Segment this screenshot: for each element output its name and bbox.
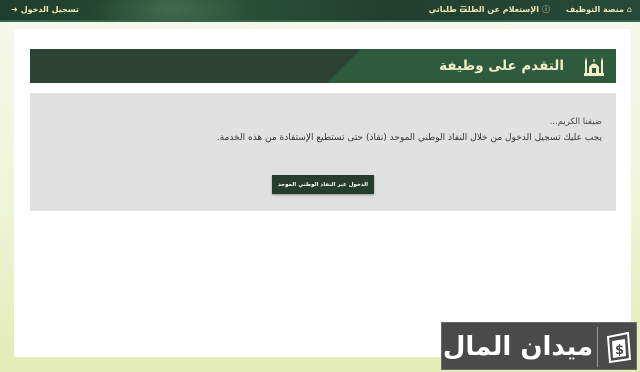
nav-login-link[interactable]: ➜ تسجيل الدخول xyxy=(11,0,79,20)
page-title: التقدم على وظيفة xyxy=(439,58,564,74)
money-bag-icon: $ xyxy=(606,331,632,364)
list-icon: ☰ xyxy=(459,5,467,14)
section-header: التقدم على وظيفة xyxy=(30,49,616,83)
nav-inquiry-link[interactable]: ⓘ الإستعلام عن الطلب xyxy=(459,0,550,20)
sign-in-icon: ➜ xyxy=(11,5,18,14)
info-icon: ⓘ xyxy=(542,5,550,14)
greeting-text: ضيفنا الكريم... xyxy=(549,117,602,127)
mosque-icon xyxy=(584,57,604,76)
login-required-message: يجب عليك تسجيل الدخول من خلال النفاذ الو… xyxy=(216,133,602,143)
nav-inquiry-label: الإستعلام عن الطلب xyxy=(459,5,539,14)
watermark-text: ميدان المال xyxy=(442,332,594,362)
login-notice-box: ضيفنا الكريم... يجب عليك تسجيل الدخول من… xyxy=(30,93,616,211)
home-icon: ⌂ xyxy=(626,5,632,14)
nafath-login-button[interactable]: الدخول عبر النفاذ الوطني الموحد xyxy=(272,175,374,194)
nav-home-label: منصة التوظيف xyxy=(565,5,624,14)
top-navigation-bar: ⌂ منصة التوظيف ⓘ الإستعلام عن الطلب ☰ طل… xyxy=(0,0,640,22)
svg-text:$: $ xyxy=(615,343,624,358)
nav-home-link[interactable]: ⌂ منصة التوظيف xyxy=(566,0,632,20)
nav-login-label: تسجيل الدخول xyxy=(20,5,79,14)
watermark-divider xyxy=(597,327,598,367)
nav-requests-link[interactable]: ☰ طلباتي xyxy=(429,0,467,20)
main-panel: التقدم على وظيفة ضيفنا الكريم... يجب علي… xyxy=(14,29,631,357)
watermark-logo: ميدان المال $ xyxy=(441,322,637,370)
nav-requests-label: طلباتي xyxy=(428,5,457,14)
